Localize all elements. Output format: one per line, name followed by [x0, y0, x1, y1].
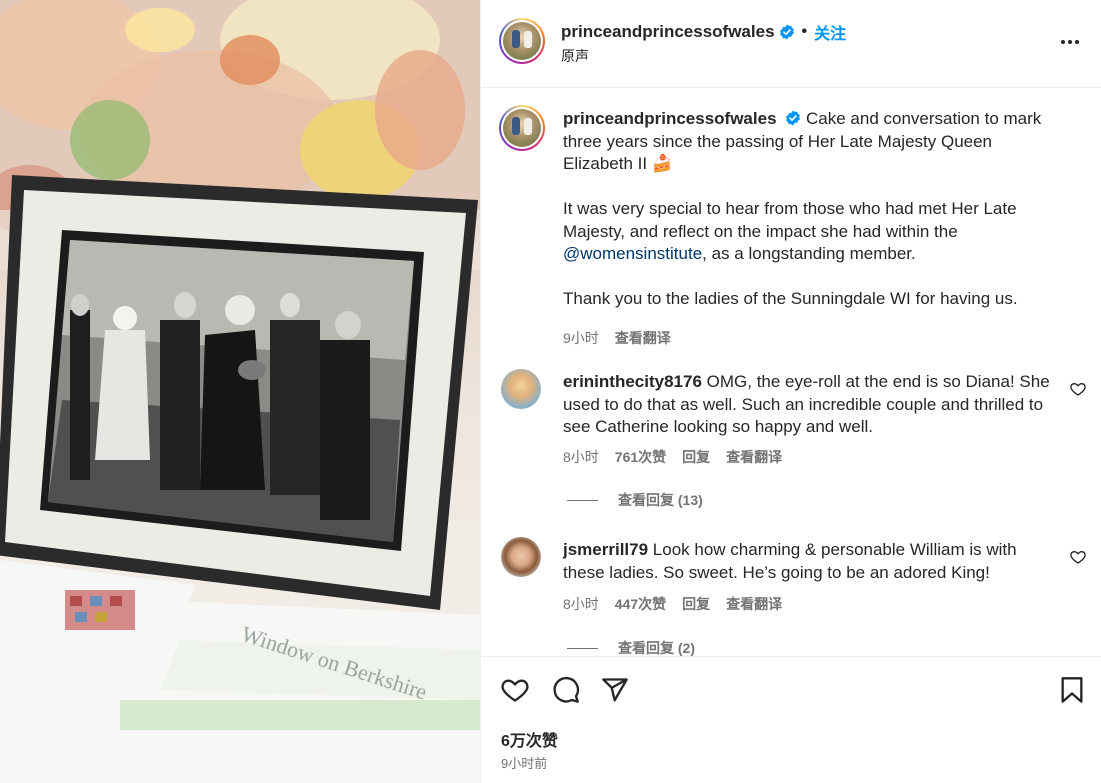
verified-badge-icon	[785, 110, 801, 126]
comment-heart-icon[interactable]	[1070, 549, 1086, 565]
caption-translate-button[interactable]: 查看翻译	[615, 328, 671, 348]
comment-heart-icon[interactable]	[1070, 381, 1086, 397]
view-replies-button[interactable]: 查看回复 (2)	[567, 638, 695, 656]
translate-button[interactable]: 查看翻译	[726, 594, 782, 614]
author-avatar[interactable]	[499, 18, 545, 64]
verified-badge-icon	[779, 24, 795, 40]
mention-link[interactable]: @womensinstitute	[563, 244, 702, 263]
comment-likes[interactable]: 447次赞	[615, 594, 666, 614]
comment-time[interactable]: 8小时	[563, 594, 599, 614]
reply-button[interactable]: 回复	[682, 447, 710, 467]
caption-paragraph-3: Thank you to the ladies of the Sunningda…	[563, 289, 1018, 308]
commenter-avatar[interactable]	[501, 369, 541, 409]
caption-text: princeandprincessofwales Cake and conver…	[563, 108, 1043, 311]
commenter-username[interactable]: erininthecity8176	[563, 372, 702, 391]
view-replies-label: 查看回复 (2)	[618, 640, 695, 656]
heart-icon[interactable]	[500, 675, 530, 705]
caption-username[interactable]: princeandprincessofwales	[563, 109, 777, 128]
likes-count[interactable]: 6万次赞	[501, 727, 558, 751]
caption-paragraph-2b: , as a longstanding member.	[702, 244, 916, 263]
comment-time[interactable]: 8小时	[563, 447, 599, 467]
post-actions-section: 6万次赞 9小时前	[481, 656, 1101, 783]
author-username[interactable]: princeandprincessofwales	[561, 22, 775, 42]
commenter-avatar[interactable]	[501, 537, 541, 577]
comments-list[interactable]: princeandprincessofwales Cake and conver…	[481, 89, 1101, 656]
replies-divider	[567, 647, 598, 649]
comment-meta: 8小时 761次赞 回复 查看翻译	[563, 447, 782, 467]
caption-paragraph-2a: It was very special to hear from those w…	[563, 199, 1017, 241]
caption-meta: 9小时 查看翻译	[563, 328, 671, 348]
caption-author-avatar[interactable]	[499, 105, 545, 151]
translate-button[interactable]: 查看翻译	[726, 447, 782, 467]
commenter-username[interactable]: jsmerrill79	[563, 540, 648, 559]
comment-icon[interactable]	[551, 675, 581, 705]
comment-text: erininthecity8176 OMG, the eye-roll at t…	[563, 371, 1058, 439]
bookmark-icon[interactable]	[1057, 675, 1087, 705]
post-header: princeandprincessofwales • 关注 原声	[481, 0, 1101, 88]
follow-button[interactable]: 关注	[814, 20, 846, 44]
more-options-icon[interactable]	[1058, 30, 1082, 54]
audio-label[interactable]: 原声	[561, 46, 589, 66]
caption-time[interactable]: 9小时	[563, 328, 599, 348]
reply-button[interactable]: 回复	[682, 594, 710, 614]
comment-meta: 8小时 447次赞 回复 查看翻译	[563, 594, 782, 614]
share-icon[interactable]	[600, 675, 630, 705]
comment-text: jsmerrill79 Look how charming & personab…	[563, 539, 1058, 584]
view-replies-label: 查看回复 (13)	[618, 492, 703, 508]
photo-illustration: Window on Berkshire	[0, 0, 480, 783]
view-replies-button[interactable]: 查看回复 (13)	[567, 490, 703, 510]
post-details-panel: princeandprincessofwales • 关注 原声 princea…	[480, 0, 1101, 783]
post-timestamp[interactable]: 9小时前	[501, 753, 547, 772]
separator-dot: •	[801, 23, 808, 40]
comment-likes[interactable]: 761次赞	[615, 447, 666, 467]
replies-divider	[567, 499, 598, 501]
author-name-row: princeandprincessofwales • 关注	[561, 20, 846, 44]
post-photo[interactable]: Window on Berkshire	[0, 0, 480, 783]
